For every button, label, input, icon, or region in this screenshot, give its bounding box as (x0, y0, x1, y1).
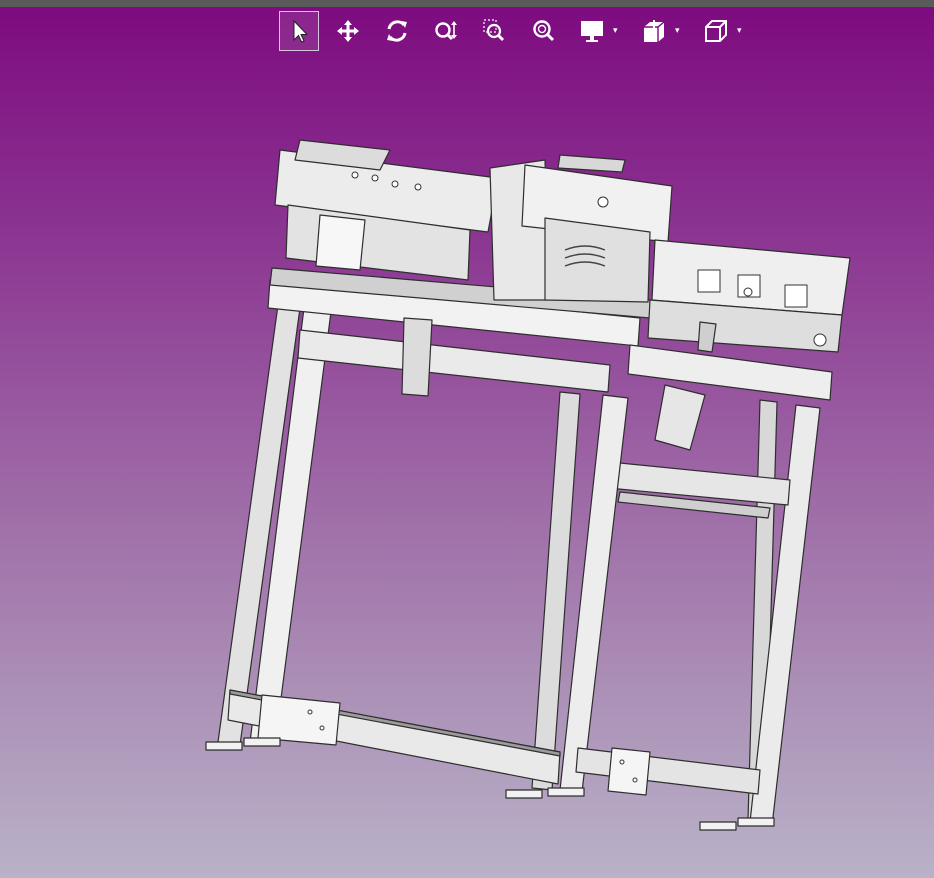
select-tool-button[interactable] (279, 11, 319, 51)
zoom-vertical-icon (435, 21, 457, 41)
chevron-down-icon: ▾ (613, 25, 618, 36)
rotate-icon (387, 20, 407, 42)
monitor-icon (581, 21, 603, 42)
view-toolbar: ▾ ▾ ▾ (279, 10, 759, 52)
zoom-window-icon (483, 19, 505, 42)
zoom-tool-button[interactable] (426, 11, 466, 51)
standard-views-dropdown[interactable]: ▾ (697, 11, 755, 51)
rotate-tool-button[interactable] (377, 11, 417, 51)
display-mode-dropdown[interactable]: ▾ (573, 11, 631, 51)
cube-view-icon (705, 20, 727, 42)
3d-viewport[interactable]: ▾ ▾ ▾ (0, 0, 934, 878)
section-cube-icon (644, 20, 665, 42)
section-dropdown[interactable]: ▾ (635, 11, 693, 51)
zoom-fit-icon (533, 20, 555, 42)
pan-tool-button[interactable] (328, 11, 368, 51)
machine-frame-model[interactable] (0, 0, 934, 878)
window-top-strip (0, 0, 934, 7)
zoom-fit-tool-button[interactable] (524, 11, 564, 51)
chevron-down-icon: ▾ (737, 25, 742, 36)
cursor-arrow-icon (293, 19, 309, 43)
move-arrows-icon (337, 20, 359, 42)
chevron-down-icon: ▾ (675, 25, 680, 36)
zoom-window-tool-button[interactable] (475, 11, 515, 51)
